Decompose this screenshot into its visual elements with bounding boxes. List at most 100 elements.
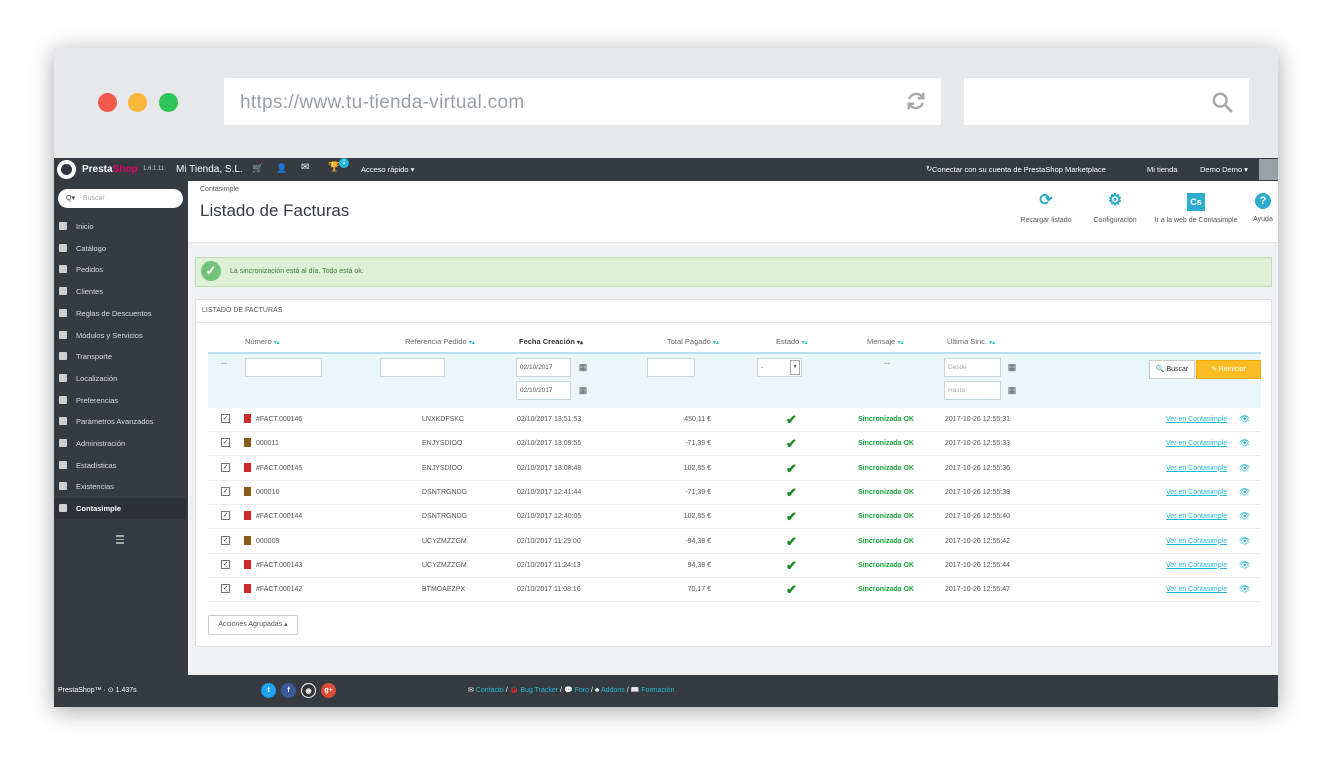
sidebar-item-localización[interactable]: Localización bbox=[54, 368, 188, 389]
numero-filter-input[interactable] bbox=[245, 358, 322, 377]
view-in-contasimple-link[interactable]: Ver en Contasimple bbox=[1166, 465, 1227, 472]
user-menu[interactable]: Demo Demo ▾ bbox=[1200, 165, 1248, 174]
configuration-button[interactable]: ⚙ Configuración bbox=[1086, 191, 1144, 224]
browser-search-bar[interactable] bbox=[964, 78, 1249, 125]
eye-icon[interactable]: 👁 bbox=[1239, 560, 1250, 571]
facebook-icon[interactable]: f bbox=[281, 683, 296, 698]
pdf-icon[interactable] bbox=[244, 559, 251, 569]
search-type-dropdown[interactable]: Q▾ bbox=[66, 195, 75, 202]
pdf-icon[interactable] bbox=[244, 511, 251, 521]
address-bar[interactable]: https://www.tu-tienda-virtual.com bbox=[224, 78, 941, 125]
column-header-mensaje[interactable]: Mensaje ▾▴ bbox=[867, 337, 903, 346]
sinc-desde-input[interactable]: Desde bbox=[944, 358, 1001, 377]
row-checkbox[interactable]: ✓ bbox=[221, 559, 230, 569]
sidebar-item-reglas-de-descuentos[interactable]: Reglas de Descuentos bbox=[54, 303, 188, 324]
eye-icon[interactable]: 👁 bbox=[1239, 584, 1250, 595]
sidebar-item-administración[interactable]: Administración bbox=[54, 433, 188, 454]
maximize-window-dot[interactable] bbox=[159, 93, 178, 112]
addons-link[interactable]: Addons bbox=[601, 687, 625, 694]
estado-filter-select[interactable]: - ▾ bbox=[757, 358, 802, 377]
forum-link[interactable]: Foro bbox=[575, 687, 589, 694]
sidebar-search-input[interactable]: Q▾ Buscar bbox=[58, 189, 183, 208]
calendar-icon[interactable]: ▦ bbox=[574, 381, 592, 400]
sidebar-item-parámetros-avanzados[interactable]: Parámetros Avanzados bbox=[54, 411, 188, 432]
column-header-numero[interactable]: Número ▾▴ bbox=[245, 337, 280, 346]
eye-icon[interactable]: 👁 bbox=[1239, 463, 1250, 474]
shop-name[interactable]: Mi Tienda, S.L. bbox=[176, 164, 243, 175]
column-header-estado[interactable]: Estado ▾▴ bbox=[776, 337, 807, 346]
sidebar-item-existencias[interactable]: Existencias bbox=[54, 476, 188, 497]
pdf-icon[interactable] bbox=[244, 584, 251, 594]
sidebar-item-pedidos[interactable]: Pedidos bbox=[54, 259, 188, 280]
calendar-icon[interactable]: ▦ bbox=[1003, 381, 1021, 400]
reset-button[interactable]: ✎ Reiniciar bbox=[1196, 360, 1261, 379]
sidebar-item-transporte[interactable]: Transporte bbox=[54, 346, 188, 367]
view-in-contasimple-link[interactable]: Ver en Contasimple bbox=[1166, 513, 1227, 520]
column-header-total[interactable]: Total Pagado ▾▴ bbox=[667, 337, 719, 346]
sidebar-item-clientes[interactable]: Clientes bbox=[54, 281, 188, 302]
quick-access-menu[interactable]: Acceso rápido ▾ bbox=[361, 165, 414, 174]
calendar-icon[interactable]: ▦ bbox=[574, 358, 592, 377]
column-header-referencia[interactable]: Referencia Pedido ▾▴ bbox=[405, 337, 475, 346]
search-icon[interactable] bbox=[1211, 91, 1233, 113]
cart-icon[interactable]: 🛒 bbox=[252, 163, 263, 174]
referencia-filter-input[interactable] bbox=[380, 358, 445, 377]
row-checkbox[interactable]: ✓ bbox=[221, 584, 230, 594]
bulk-actions-button[interactable]: Acciones Agrupadas ▴ bbox=[208, 615, 298, 635]
eye-icon[interactable]: 👁 bbox=[1239, 438, 1250, 449]
envelope-icon[interactable]: ✉ bbox=[301, 162, 309, 173]
credit-note-icon[interactable] bbox=[244, 535, 251, 545]
view-in-contasimple-link[interactable]: Ver en Contasimple bbox=[1166, 562, 1227, 569]
eye-icon[interactable]: 👁 bbox=[1239, 487, 1250, 498]
row-checkbox[interactable]: ✓ bbox=[221, 414, 230, 423]
sidebar-item-contasimple[interactable]: Contasimple bbox=[54, 498, 189, 520]
view-in-contasimple-link[interactable]: Ver en Contasimple bbox=[1166, 586, 1227, 593]
brand-name[interactable]: PrestaShop bbox=[82, 164, 138, 175]
view-in-contasimple-link[interactable]: Ver en Contasimple bbox=[1166, 440, 1227, 447]
row-checkbox[interactable]: ✓ bbox=[221, 486, 230, 496]
fecha-desde-input[interactable]: 02/10/2017 bbox=[516, 358, 571, 377]
breadcrumb[interactable]: Contasimple bbox=[200, 186, 239, 193]
marketplace-link[interactable]: Conectar con su cuenta de PrestaShop Mar… bbox=[932, 165, 1106, 174]
reload-icon[interactable] bbox=[905, 90, 927, 112]
reload-list-button[interactable]: ⟳ Recargar listado bbox=[1014, 191, 1078, 224]
contasimple-web-button[interactable]: Cs Ir a la web de Contasimple bbox=[1146, 191, 1246, 224]
column-header-fecha[interactable]: Fecha Creación ▾▴ bbox=[519, 337, 583, 346]
row-checkbox[interactable]: ✓ bbox=[221, 462, 230, 472]
help-button[interactable]: ? Ayuda bbox=[1248, 191, 1278, 223]
avatar[interactable] bbox=[1259, 159, 1278, 180]
contact-link[interactable]: Contacto bbox=[476, 687, 504, 694]
twitter-icon[interactable]: t bbox=[261, 683, 276, 698]
minimize-window-dot[interactable] bbox=[128, 93, 147, 112]
sidebar-item-módulos-y-servicios[interactable]: Módulos y Servicios bbox=[54, 325, 188, 346]
pdf-icon[interactable] bbox=[244, 462, 251, 472]
row-checkbox[interactable]: ✓ bbox=[221, 438, 230, 448]
sidebar-item-preferencias[interactable]: Preferencias bbox=[54, 390, 188, 411]
row-checkbox[interactable]: ✓ bbox=[221, 535, 230, 545]
total-filter-input[interactable] bbox=[647, 358, 695, 377]
calendar-icon[interactable]: ▦ bbox=[1003, 358, 1021, 377]
view-in-contasimple-link[interactable]: Ver en Contasimple bbox=[1166, 416, 1227, 423]
view-in-contasimple-link[interactable]: Ver en Contasimple bbox=[1166, 489, 1227, 496]
credit-note-icon[interactable] bbox=[244, 486, 251, 496]
column-header-ultima-sinc[interactable]: Última Sinc. ▾▴ bbox=[947, 337, 995, 346]
eye-icon[interactable]: 👁 bbox=[1239, 414, 1250, 425]
user-icon[interactable]: 👤 bbox=[276, 163, 287, 174]
credit-note-icon[interactable] bbox=[244, 438, 251, 448]
row-checkbox[interactable]: ✓ bbox=[221, 511, 230, 521]
sidebar-item-estadísticas[interactable]: Estadísticas bbox=[54, 455, 188, 476]
sidebar-item-inicio[interactable]: Inicio bbox=[54, 216, 188, 237]
sidebar-item-catálogo[interactable]: Catálogo bbox=[54, 238, 188, 259]
prestashop-logo-icon[interactable] bbox=[57, 160, 76, 179]
github-icon[interactable]: ◉ bbox=[301, 683, 316, 698]
search-button[interactable]: 🔍 Buscar bbox=[1149, 360, 1195, 379]
pdf-icon[interactable] bbox=[244, 414, 251, 423]
eye-icon[interactable]: 👁 bbox=[1239, 536, 1250, 547]
google-plus-icon[interactable]: g+ bbox=[321, 683, 336, 698]
sinc-hasta-input[interactable]: Hasta bbox=[944, 381, 1001, 400]
eye-icon[interactable]: 👁 bbox=[1239, 511, 1250, 522]
training-link[interactable]: Formación bbox=[641, 687, 674, 694]
collapse-menu-icon[interactable] bbox=[116, 535, 124, 544]
view-in-contasimple-link[interactable]: Ver en Contasimple bbox=[1166, 538, 1227, 545]
bug-tracker-link[interactable]: Bug Tracker bbox=[520, 687, 558, 694]
